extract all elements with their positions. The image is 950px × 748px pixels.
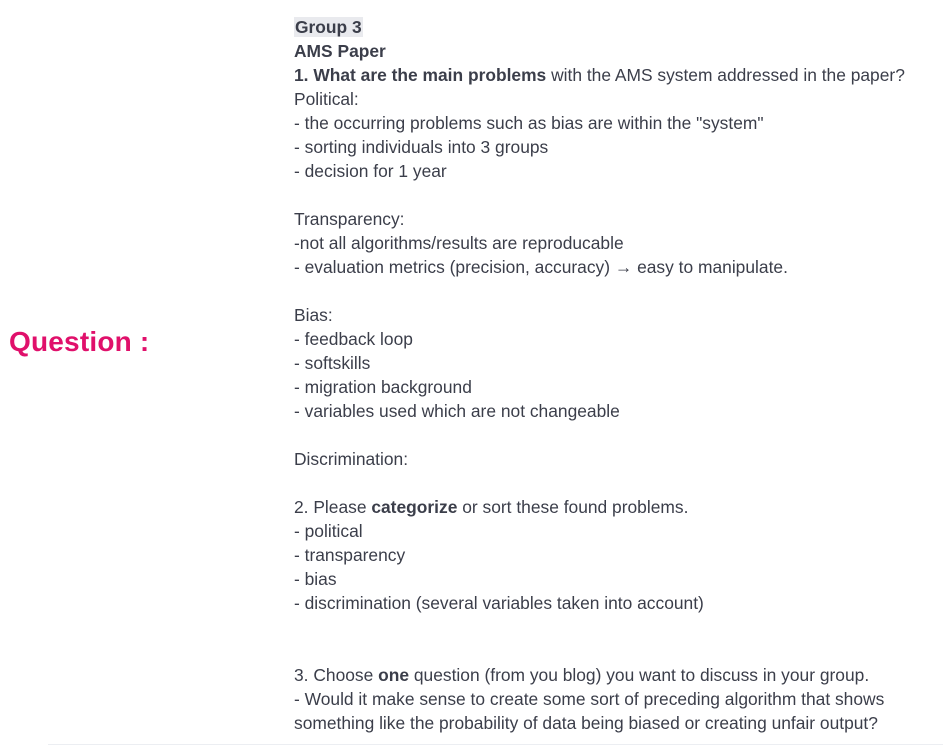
question-3-bold: one xyxy=(378,665,410,685)
list-item: - softskills xyxy=(294,353,371,373)
answer-line: - Would it make sense to create some sor… xyxy=(294,689,885,709)
question-1-bold: 1. What are the main problems xyxy=(294,65,547,85)
question-1-rest: with the AMS system addressed in the pap… xyxy=(546,65,905,85)
list-item: - migration background xyxy=(294,377,472,397)
list-item: - sorting individuals into 3 groups xyxy=(294,137,549,157)
question-3-post: question (from you blog) you want to dis… xyxy=(409,665,870,685)
question-2-pre: 2. Please xyxy=(294,497,372,517)
discrimination-heading: Discrimination: xyxy=(294,449,409,469)
list-item: - political xyxy=(294,521,363,541)
political-heading: Political: xyxy=(294,89,359,109)
question-1: 1. What are the main problems with the A… xyxy=(294,63,944,87)
group-title-text: Group 3 xyxy=(294,17,363,37)
question-2-bold: categorize xyxy=(371,497,458,517)
list-item: -not all algorithms/results are reproduc… xyxy=(294,233,624,253)
list-item: - bias xyxy=(294,569,337,589)
question-2-post: or sort these found problems. xyxy=(457,497,689,517)
list-item: - transparency xyxy=(294,545,406,565)
transparency-heading: Transparency: xyxy=(294,209,405,229)
list-item: - discrimination (several variables take… xyxy=(294,593,704,613)
list-item: - the occurring problems such as bias ar… xyxy=(294,113,764,133)
answer-line: something like the probability of data b… xyxy=(294,713,878,733)
divider xyxy=(48,744,943,745)
list-item: - feedback loop xyxy=(294,329,413,349)
list-item: - evaluation metrics (precision, accurac… xyxy=(294,257,788,277)
question-2: 2. Please categorize or sort these found… xyxy=(294,495,944,519)
group-title: Group 3 xyxy=(294,15,944,39)
paper-title: AMS Paper xyxy=(294,41,386,61)
list-item: - variables used which are not changeabl… xyxy=(294,401,620,421)
bias-heading: Bias: xyxy=(294,305,333,325)
question-3-pre: 3. Choose xyxy=(294,665,379,685)
question-label: Question : xyxy=(9,326,150,357)
question-3: 3. Choose one question (from you blog) y… xyxy=(294,663,944,687)
document-body: Group 3 AMS Paper 1. What are the main p… xyxy=(294,15,944,735)
list-item: - decision for 1 year xyxy=(294,161,447,181)
